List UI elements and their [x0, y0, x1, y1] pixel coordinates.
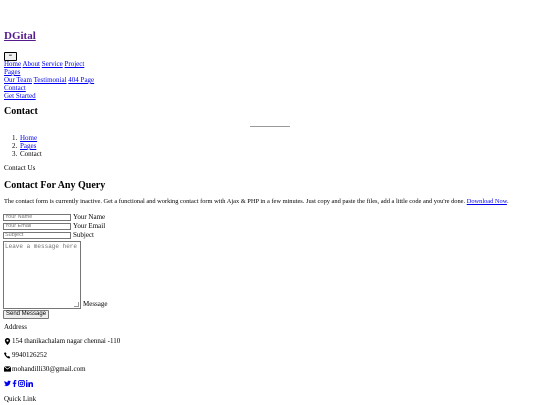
nav-about[interactable]: About [22, 60, 40, 68]
message-textarea[interactable]: Leave a message here [3, 241, 81, 309]
subject-label: Subject [73, 231, 94, 240]
map-marker-icon [4, 337, 11, 345]
main-nav: Home About Service Project Pages Our Tea… [4, 60, 94, 100]
nav-pages-dropdown[interactable]: Pages [4, 68, 20, 76]
section-subtitle: Contact Us [4, 164, 36, 172]
phone-text: 9940126252 [12, 351, 47, 359]
linkedin-icon[interactable] [26, 380, 33, 387]
phone-icon [4, 352, 11, 359]
breadcrumb: 1. Home 2. Pages 3. Contact [12, 134, 42, 158]
page-title: Contact [4, 106, 38, 117]
nav-our-team[interactable]: Our Team [4, 76, 32, 84]
section-title: Contact For Any Query [4, 180, 106, 191]
name-input[interactable]: Your Name [3, 214, 71, 221]
message-placeholder: Leave a message here [5, 243, 78, 250]
email-line: mohandilli30@gmail.com [4, 365, 86, 374]
facebook-icon[interactable] [12, 380, 17, 387]
get-started-button[interactable]: Get Started [4, 92, 36, 100]
download-now-link[interactable]: Download Now [467, 198, 507, 205]
email-text: mohandilli30@gmail.com [12, 365, 86, 373]
address-text: 154 thanikachalam nagar chennai -110 [12, 337, 121, 345]
nav-contact[interactable]: Contact [4, 84, 26, 92]
address-line: 154 thanikachalam nagar chennai -110 [4, 337, 120, 346]
nav-service[interactable]: Service [42, 60, 63, 68]
subject-input[interactable]: Subject [3, 232, 71, 239]
quick-link-heading: Quick Link [4, 395, 37, 403]
phone-line: 9940126252 [4, 351, 47, 360]
breadcrumb-number: 3. [12, 150, 18, 158]
breadcrumb-item: 3. Contact [12, 150, 42, 158]
description-text: The contact form is currently inactive. … [4, 198, 466, 205]
twitter-icon[interactable] [4, 380, 11, 387]
breadcrumb-current: Contact [20, 150, 42, 158]
section-description: The contact form is currently inactive. … [4, 198, 509, 205]
envelope-icon [4, 366, 11, 372]
contact-form: Your Name Your Name Your Email Your Emai… [3, 213, 108, 319]
nav-project[interactable]: Project [64, 60, 84, 68]
breadcrumb-pages[interactable]: Pages [20, 142, 36, 150]
name-label: Your Name [73, 213, 106, 222]
divider [250, 126, 290, 127]
message-label: Message [83, 300, 108, 309]
breadcrumb-item[interactable]: 1. Home [12, 134, 42, 142]
resize-handle-icon[interactable] [74, 302, 79, 307]
breadcrumb-home[interactable]: Home [20, 134, 37, 142]
nav-404-page[interactable]: 404 Page [68, 76, 94, 84]
send-message-button[interactable]: Send Message [3, 310, 50, 319]
address-heading: Address [4, 323, 27, 331]
social-links [4, 380, 33, 387]
brand-logo[interactable]: DGital [4, 30, 36, 43]
email-input[interactable]: Your Email [3, 223, 71, 230]
email-label: Your Email [73, 222, 106, 231]
brand-link[interactable]: DGital [4, 30, 36, 42]
nav-home[interactable]: Home [4, 60, 21, 68]
instagram-icon[interactable] [18, 380, 25, 387]
breadcrumb-item[interactable]: 2. Pages [12, 142, 42, 150]
nav-testimonial[interactable]: Testimonial [34, 76, 67, 84]
